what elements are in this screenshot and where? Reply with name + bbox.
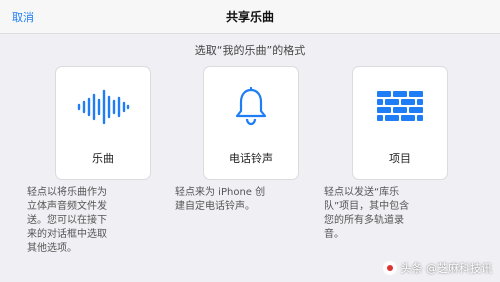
song-option-label: 乐曲	[92, 152, 114, 165]
navigation-bar: 取消 共享乐曲	[0, 0, 500, 34]
bricks-icon	[353, 87, 447, 127]
song-option-description: 轻点以将乐曲作为 立体声音频文件发 送。您可以在接下 来的对话框中选取 其他选项…	[27, 187, 107, 254]
watermark-text: 头条 @芝麻科技讯	[400, 262, 493, 275]
project-option-description: 轻点以发送“库乐 队”项目，其中包含 您的所有多轨道录 音。	[324, 187, 410, 240]
ringtone-option-button[interactable]: 电话铃声	[203, 66, 299, 180]
page-title: 共享乐曲	[225, 10, 274, 24]
project-option-label: 项目	[389, 152, 411, 165]
bell-icon	[204, 87, 298, 127]
waveform-icon	[56, 87, 150, 127]
song-option-button[interactable]: 乐曲	[55, 66, 151, 180]
ringtone-option-description: 轻点来为 iPhone 创 建自定电话铃声。	[175, 187, 266, 212]
project-option-button[interactable]: 项目	[352, 66, 448, 180]
watermark-logo-icon	[382, 261, 397, 275]
watermark: 头条 @芝麻科技讯	[382, 260, 493, 276]
format-prompt: 选取“我的乐曲”的格式	[194, 44, 306, 57]
ringtone-option-label: 电话铃声	[229, 152, 273, 165]
